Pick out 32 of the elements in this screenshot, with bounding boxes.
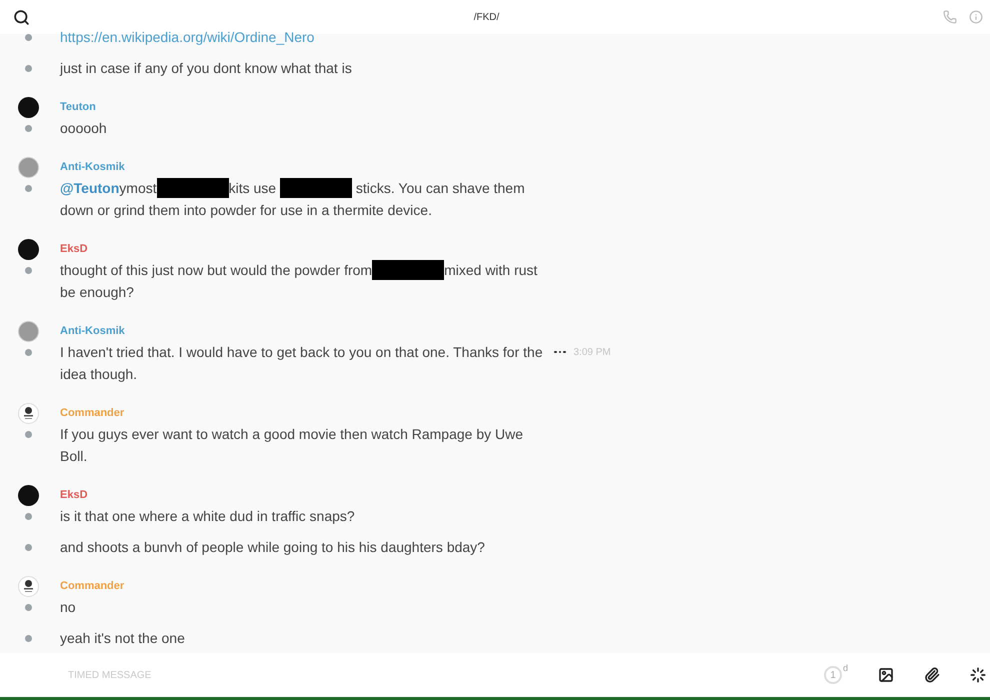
search-icon[interactable] xyxy=(13,8,30,26)
message-link[interactable]: https://en.wikipedia.org/wiki/Ordine_Nero xyxy=(60,29,314,45)
message-text: I haven't tried that. I would have to get back to you on that one. Thanks for the idea though. xyxy=(60,343,544,384)
loader-icon[interactable] xyxy=(970,667,986,683)
mention-link[interactable]: @Teuton xyxy=(60,180,120,196)
paperclip-icon[interactable] xyxy=(924,667,940,683)
message-text: yeah it's not the one xyxy=(60,629,186,648)
channel-title: /FKD/ xyxy=(474,10,500,24)
message-text: no xyxy=(60,598,77,617)
avatar xyxy=(18,484,39,506)
author-name[interactable]: Commander xyxy=(60,578,124,594)
message-text: just in case if any of you dont know what that is xyxy=(60,59,353,78)
avatar xyxy=(18,320,39,342)
avatar xyxy=(18,238,39,260)
author-name[interactable]: Commander xyxy=(60,404,124,422)
message-text: @Teutonymost kits use sticks. You can shave them down or grind them into powder for use in a thermite device. xyxy=(60,177,550,221)
author-name[interactable]: EksD xyxy=(60,240,88,258)
image-icon[interactable] xyxy=(878,667,894,683)
avatar xyxy=(18,402,39,424)
author-name[interactable]: Teuton xyxy=(60,98,96,116)
avatar xyxy=(18,576,39,596)
message-text: If you guys ever want to watch a good movie then watch Rampage by Uwe Boll. xyxy=(60,425,524,466)
message-text: thought of this just now but would the powder from mixed with rust be enough? xyxy=(60,259,550,303)
message-text: is it that one where a white dud in traffic snaps? xyxy=(60,507,356,526)
more-icon[interactable] xyxy=(554,350,566,354)
author-name[interactable]: EksD xyxy=(60,486,88,504)
avatar xyxy=(18,96,39,118)
avatar xyxy=(18,156,39,178)
author-name[interactable]: Anti-Kosmik xyxy=(60,322,125,340)
message-text: and shoots a bunvh of people while going to his his daughters bday? xyxy=(60,538,486,557)
message-text: oooooh xyxy=(60,119,108,138)
author-name[interactable]: Anti-Kosmik xyxy=(60,158,125,176)
